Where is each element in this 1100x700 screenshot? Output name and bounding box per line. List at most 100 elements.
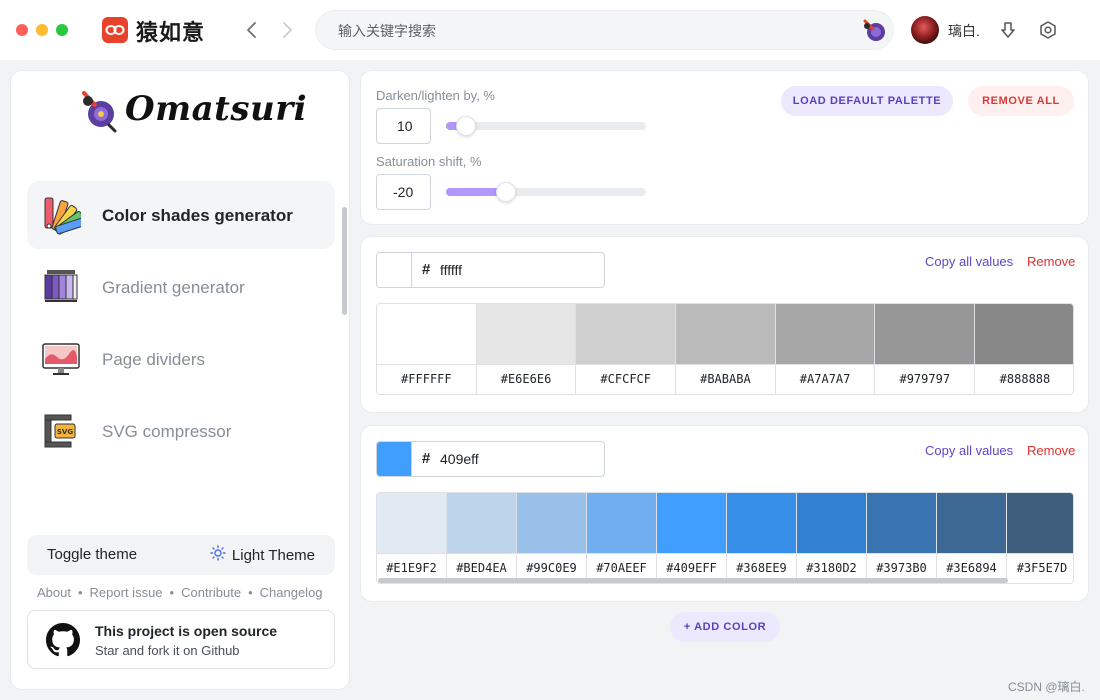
about-link[interactable]: About xyxy=(37,585,71,600)
close-window-button[interactable] xyxy=(16,24,28,36)
user-name[interactable]: 璃白. xyxy=(948,21,980,41)
hash-label: # xyxy=(422,261,431,278)
saturation-slider-thumb[interactable] xyxy=(496,182,516,202)
copy-all-values-link[interactable]: Copy all values xyxy=(925,254,1013,269)
copy-all-values-link[interactable]: Copy all values xyxy=(925,443,1013,458)
download-icon[interactable] xyxy=(998,20,1018,40)
sun-icon xyxy=(210,545,226,566)
shade-cell[interactable]: #CFCFCF xyxy=(576,304,677,394)
shade-hex-label[interactable]: #A7A7A7 xyxy=(775,364,875,393)
shade-hex-label[interactable]: #E6E6E6 xyxy=(476,364,576,393)
shade-cell[interactable]: #3180D2 xyxy=(797,493,867,583)
shade-cell[interactable]: #3F5E7D xyxy=(1007,493,1073,583)
shade-swatch[interactable] xyxy=(447,493,516,553)
shade-hex-label[interactable]: #FFFFFF xyxy=(377,364,476,393)
hex-input-field[interactable]: # ffffff xyxy=(376,252,605,288)
shade-swatch[interactable] xyxy=(727,493,796,553)
shade-swatch[interactable] xyxy=(476,304,576,364)
darken-slider[interactable] xyxy=(446,116,646,136)
shades-row[interactable]: #E1E9F2 #BED4EA #99C0E9 #70AEEF #409EFF #368E… xyxy=(376,492,1074,584)
avatar[interactable] xyxy=(911,16,939,44)
add-color-button[interactable]: + ADD COLOR xyxy=(670,612,780,642)
github-card-title: This project is open source xyxy=(95,623,278,639)
shade-cell[interactable]: #70AEEF xyxy=(587,493,657,583)
back-arrow-icon[interactable] xyxy=(244,20,260,40)
shade-swatch[interactable] xyxy=(576,304,676,364)
shade-cell[interactable]: #BABABA xyxy=(676,304,776,394)
shade-swatch[interactable] xyxy=(1007,493,1073,553)
shade-hex-label[interactable]: #CFCFCF xyxy=(576,364,676,393)
shade-cell[interactable]: #3973B0 xyxy=(867,493,937,583)
forward-arrow-icon[interactable] xyxy=(279,20,295,40)
color-palette-icon xyxy=(41,195,87,235)
darken-slider-thumb[interactable] xyxy=(456,116,476,136)
saturation-slider[interactable] xyxy=(446,182,646,202)
shade-swatch[interactable] xyxy=(587,493,656,553)
theme-value: Light Theme xyxy=(210,545,315,566)
shade-swatch[interactable] xyxy=(775,304,875,364)
sidebar-item-gradient[interactable]: Gradient generator xyxy=(27,253,335,321)
shade-hex-label[interactable]: #3F5E7D xyxy=(1007,553,1073,582)
sidebar-item-svg-compressor[interactable]: SVG SVG compressor xyxy=(27,397,335,465)
shade-hex-label[interactable]: #979797 xyxy=(875,364,975,393)
remove-all-button[interactable]: REMOVE ALL xyxy=(968,86,1074,116)
app-name: 猿如意 xyxy=(136,20,206,45)
theme-value-label: Light Theme xyxy=(231,547,315,564)
settings-icon[interactable] xyxy=(1038,20,1058,40)
shade-swatch[interactable] xyxy=(377,493,446,553)
search-input[interactable] xyxy=(338,20,838,42)
report-issue-link[interactable]: Report issue xyxy=(90,585,163,600)
shade-cell[interactable]: #368EE9 xyxy=(727,493,797,583)
maximize-window-button[interactable] xyxy=(56,24,68,36)
hash-label: # xyxy=(422,450,431,467)
svg-text:SVG: SVG xyxy=(57,428,73,436)
sidebar-item-page-dividers[interactable]: Page dividers xyxy=(27,325,335,393)
shade-cell[interactable]: #BED4EA xyxy=(447,493,517,583)
brand-logo[interactable]: Omatsuri xyxy=(79,87,307,137)
hex-input-field[interactable]: # 409eff xyxy=(376,441,605,477)
color-swatch[interactable] xyxy=(377,253,412,287)
shade-cell[interactable]: #E1E9F2 xyxy=(377,493,447,583)
shade-cell[interactable]: #3E6894 xyxy=(937,493,1007,583)
shade-hex-label[interactable]: #BABABA xyxy=(676,364,775,393)
shade-cell[interactable]: #A7A7A7 xyxy=(775,304,876,394)
shade-swatch[interactable] xyxy=(517,493,586,553)
shade-hex-label[interactable]: #888888 xyxy=(975,364,1073,393)
shade-swatch[interactable] xyxy=(377,304,476,364)
contribute-link[interactable]: Contribute xyxy=(181,585,241,600)
sidebar: Omatsuri Color shades generator Gradient… xyxy=(10,70,350,690)
shade-cell[interactable]: #409EFF xyxy=(657,493,727,583)
load-default-palette-button[interactable]: LOAD DEFAULT PALETTE xyxy=(781,86,953,116)
separator-dot: • xyxy=(248,585,253,600)
color-swatch[interactable] xyxy=(377,442,412,476)
footer-links: About • Report issue • Contribute • Chan… xyxy=(37,585,323,600)
minimize-window-button[interactable] xyxy=(36,24,48,36)
darken-input[interactable]: 10 xyxy=(376,108,431,144)
sidebar-item-color-shades[interactable]: Color shades generator xyxy=(27,181,335,249)
shade-swatch[interactable] xyxy=(937,493,1006,553)
theme-toggle[interactable]: Toggle theme Light Theme xyxy=(27,535,335,575)
changelog-link[interactable]: Changelog xyxy=(260,585,323,600)
shade-cell[interactable]: #888888 xyxy=(975,304,1073,394)
shade-cell[interactable]: #FFFFFF xyxy=(377,304,477,394)
shade-swatch[interactable] xyxy=(657,493,726,553)
sidebar-scrollbar[interactable] xyxy=(342,207,347,315)
shade-cell[interactable]: #979797 xyxy=(875,304,976,394)
remove-color-link[interactable]: Remove xyxy=(1027,254,1075,269)
hex-input[interactable]: ffffff xyxy=(440,262,462,278)
shade-swatch[interactable] xyxy=(867,493,936,553)
shade-cell[interactable]: #99C0E9 xyxy=(517,493,587,583)
shade-swatch[interactable] xyxy=(676,304,775,364)
github-card[interactable]: This project is open source Star and for… xyxy=(27,610,335,669)
shade-swatch[interactable] xyxy=(797,493,866,553)
shades-scrollbar[interactable] xyxy=(378,578,1008,583)
saturation-input[interactable]: -20 xyxy=(376,174,431,210)
hex-input[interactable]: 409eff xyxy=(440,451,479,467)
shade-swatch[interactable] xyxy=(875,304,975,364)
shade-swatch[interactable] xyxy=(975,304,1073,364)
shade-cell[interactable]: #E6E6E6 xyxy=(476,304,577,394)
search-bar[interactable] xyxy=(315,10,894,50)
remove-color-link[interactable]: Remove xyxy=(1027,443,1075,458)
sidebar-item-label: Gradient generator xyxy=(102,278,245,297)
sidebar-item-label: Color shades generator xyxy=(102,206,293,225)
